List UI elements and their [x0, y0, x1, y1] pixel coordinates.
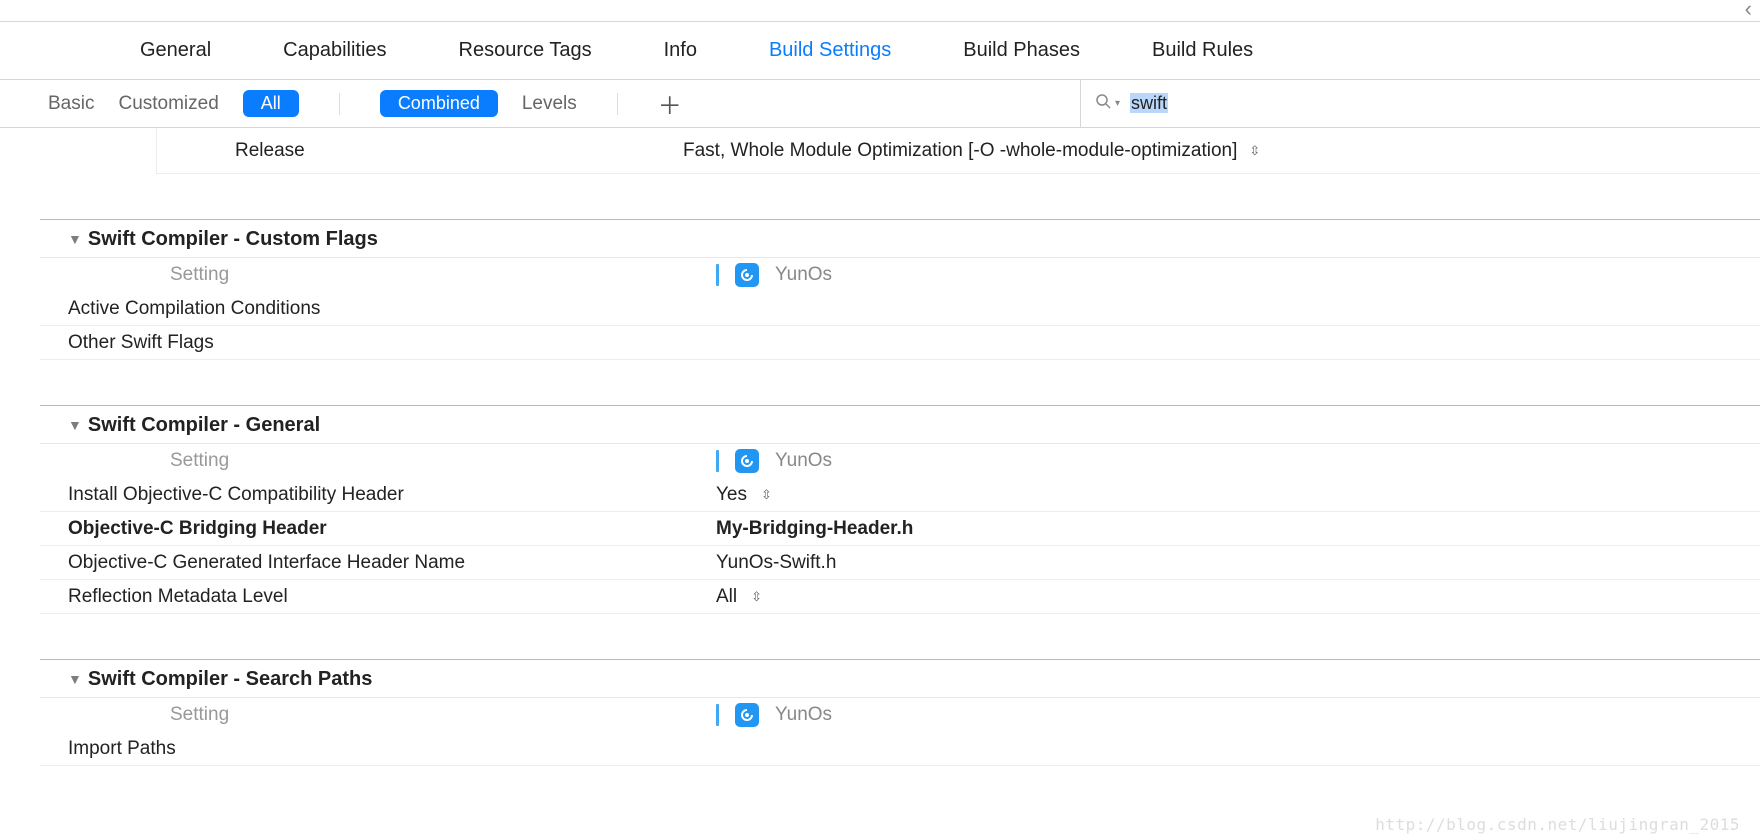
filter-basic[interactable]: Basic	[48, 93, 94, 115]
filter-all[interactable]: All	[243, 90, 299, 117]
setting-row-release[interactable]: Release Fast, Whole Module Optimization …	[156, 128, 1760, 174]
disclosure-triangle-icon[interactable]: ▼	[68, 417, 82, 433]
setting-row-import-paths[interactable]: Import Paths	[40, 732, 1760, 766]
target-name-label: YunOs	[775, 450, 832, 472]
column-sep	[716, 450, 719, 472]
column-header-target: YunOs	[710, 703, 1760, 727]
setting-label: Objective-C Bridging Header	[40, 515, 710, 543]
setting-row-other-swift-flags[interactable]: Other Swift Flags	[40, 326, 1760, 360]
setting-value[interactable]: YunOs-Swift.h	[710, 552, 1760, 574]
filter-combined[interactable]: Combined	[380, 90, 498, 117]
section-swift-search-paths[interactable]: ▼ Swift Compiler - Search Paths	[40, 660, 1760, 698]
column-sep	[716, 264, 719, 286]
column-header-row: Setting YunOs	[40, 258, 1760, 292]
disclosure-triangle-icon[interactable]: ▼	[68, 231, 82, 247]
setting-label: Release	[157, 140, 661, 162]
stepper-icon[interactable]: ⇳	[751, 589, 762, 605]
search-options-chevron-icon[interactable]: ▾	[1115, 98, 1120, 109]
watermark: http://blog.csdn.net/liujingran_2015	[1375, 815, 1740, 834]
target-icon	[735, 703, 759, 727]
tab-build-rules[interactable]: Build Rules	[1152, 39, 1253, 62]
target-icon	[735, 263, 759, 287]
column-sep	[716, 704, 719, 726]
setting-value[interactable]: Yes⇳	[710, 484, 1760, 506]
setting-row-objc-generated-interface-header[interactable]: Objective-C Generated Interface Header N…	[40, 546, 1760, 580]
section-swift-general[interactable]: ▼ Swift Compiler - General	[40, 406, 1760, 444]
column-header-setting: Setting	[40, 447, 710, 475]
stepper-icon[interactable]: ⇳	[1249, 143, 1260, 159]
filter-bar: Basic Customized All Combined Levels ＋ ▾…	[0, 80, 1760, 128]
setting-row-objc-bridging-header[interactable]: Objective-C Bridging Header My-Bridging-…	[40, 512, 1760, 546]
tab-build-settings[interactable]: Build Settings	[769, 39, 891, 62]
search-field-wrap: ▾ swift	[1080, 80, 1760, 127]
column-header-setting: Setting	[40, 701, 710, 729]
setting-value[interactable]: My-Bridging-Header.h	[710, 518, 1760, 540]
setting-label: Install Objective-C Compatibility Header	[40, 481, 710, 509]
setting-label: Objective-C Generated Interface Header N…	[40, 549, 710, 577]
stepper-icon[interactable]: ⇳	[761, 487, 772, 503]
project-tabs: General Capabilities Resource Tags Info …	[0, 22, 1760, 80]
setting-value[interactable]: All⇳	[710, 586, 1760, 608]
setting-value[interactable]: Fast, Whole Module Optimization [-O -who…	[661, 140, 1260, 162]
setting-label: Other Swift Flags	[40, 329, 710, 357]
setting-row-reflection-metadata-level[interactable]: Reflection Metadata Level All⇳	[40, 580, 1760, 614]
tab-info[interactable]: Info	[664, 39, 697, 62]
target-name-label: YunOs	[775, 264, 832, 286]
setting-label: Reflection Metadata Level	[40, 583, 710, 611]
filter-divider-2	[617, 93, 618, 115]
setting-label: Active Compilation Conditions	[40, 295, 710, 323]
settings-content: ▼ Swift Compiler - Custom Flags Setting …	[0, 174, 1760, 766]
target-name-label: YunOs	[775, 704, 832, 726]
add-filter-icon[interactable]: ＋	[658, 86, 682, 121]
column-header-row: Setting YunOs	[40, 698, 1760, 732]
column-header-setting: Setting	[40, 261, 710, 289]
filter-divider	[339, 93, 340, 115]
setting-label: Import Paths	[40, 735, 710, 763]
setting-row-active-compilation-conditions[interactable]: Active Compilation Conditions	[40, 292, 1760, 326]
search-input[interactable]: swift	[1130, 93, 1168, 114]
filter-levels[interactable]: Levels	[522, 93, 577, 115]
search-icon	[1095, 93, 1111, 114]
column-header-target: YunOs	[710, 263, 1760, 287]
disclosure-triangle-icon[interactable]: ▼	[68, 671, 82, 687]
column-header-row: Setting YunOs	[40, 444, 1760, 478]
setting-row-install-objc-compat-header[interactable]: Install Objective-C Compatibility Header…	[40, 478, 1760, 512]
tab-capabilities[interactable]: Capabilities	[283, 39, 386, 62]
section-title-label: Swift Compiler - General	[88, 414, 320, 437]
tab-build-phases[interactable]: Build Phases	[963, 39, 1080, 62]
column-header-target: YunOs	[710, 449, 1760, 473]
section-title-label: Swift Compiler - Custom Flags	[88, 228, 378, 251]
filter-customized[interactable]: Customized	[118, 93, 218, 115]
tab-general[interactable]: General	[140, 39, 211, 62]
section-title-label: Swift Compiler - Search Paths	[88, 668, 373, 691]
back-arrow-icon[interactable]: ‹	[1745, 0, 1752, 22]
section-swift-custom-flags[interactable]: ▼ Swift Compiler - Custom Flags	[40, 220, 1760, 258]
target-icon	[735, 449, 759, 473]
tab-resource-tags[interactable]: Resource Tags	[459, 39, 592, 62]
